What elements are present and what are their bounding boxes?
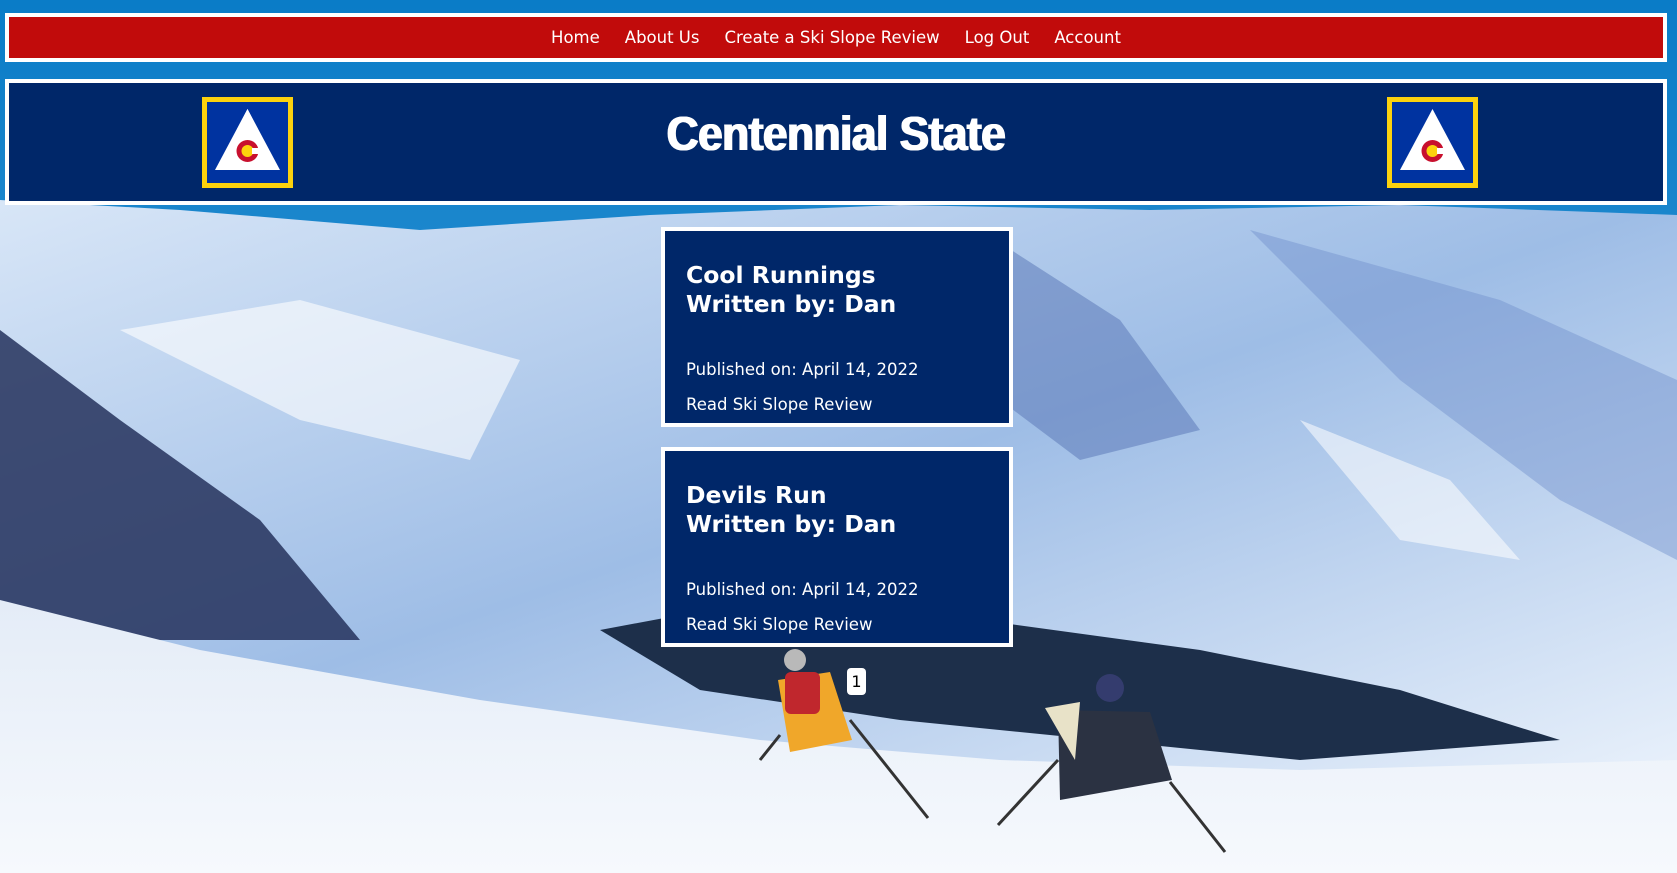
nav-item-about: About Us [625,28,700,47]
review-card: Cool Runnings Written by: Dan Published … [661,227,1013,427]
review-title: Devils Run [686,481,827,509]
review-heading: Devils Run Written by: Dan [686,481,989,539]
read-review-link[interactable]: Read Ski Slope Review [686,395,872,415]
nav-item-account: Account [1054,28,1121,47]
review-author: Written by: Dan [686,510,897,538]
nav-link-log-out[interactable]: Log Out [965,28,1030,47]
nav-item-home: Home [551,28,600,47]
nav-link-about-us[interactable]: About Us [625,28,700,47]
page-link-1[interactable]: 1 [851,672,861,691]
nav-list: Home About Us Create a Ski Slope Review … [551,28,1121,47]
top-nav: Home About Us Create a Ski Slope Review … [5,13,1667,62]
pagination: 1 [847,668,866,695]
read-review-link[interactable]: Read Ski Slope Review [686,615,872,635]
review-list: Cool Runnings Written by: Dan Published … [661,227,1013,667]
review-published-date: Published on: April 14, 2022 [686,360,919,379]
header-banner: Centennial State [5,79,1667,205]
nav-link-account[interactable]: Account [1054,28,1121,47]
nav-link-create-review[interactable]: Create a Ski Slope Review [724,28,939,47]
review-card: Devils Run Written by: Dan Published on:… [661,447,1013,647]
review-published-date: Published on: April 14, 2022 [686,580,919,599]
nav-link-home[interactable]: Home [551,28,600,47]
site-title: Centennial State [666,108,1006,161]
review-author: Written by: Dan [686,290,897,318]
nav-item-logout: Log Out [965,28,1030,47]
review-heading: Cool Runnings Written by: Dan [686,261,989,319]
colorado-mountain-flag-icon [1387,97,1478,188]
review-title: Cool Runnings [686,261,876,289]
nav-item-create-review: Create a Ski Slope Review [724,28,939,47]
